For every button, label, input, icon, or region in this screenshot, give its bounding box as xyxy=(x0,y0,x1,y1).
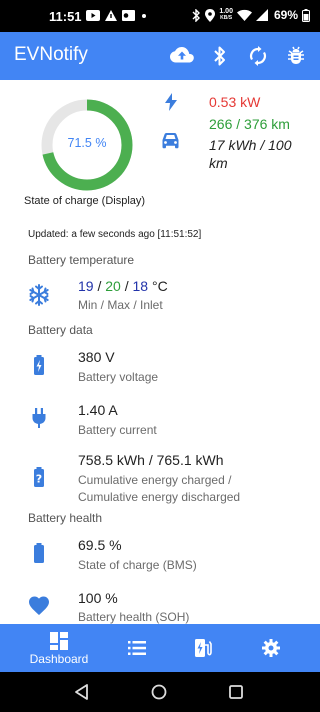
bluetooth-icon xyxy=(214,46,225,66)
temp-separator: / xyxy=(124,278,129,294)
battery-health-heading: Battery health xyxy=(28,511,103,525)
dot-icon xyxy=(142,13,146,18)
temp-separator: / xyxy=(97,278,102,294)
nav-settings[interactable] xyxy=(249,624,293,672)
bluetooth-button[interactable] xyxy=(208,44,232,68)
consumption-value: 17 kWh / 100 km xyxy=(209,137,292,171)
nav-dashboard-label: Dashboard xyxy=(29,652,89,666)
temp-max: 20 xyxy=(105,278,121,294)
location-icon xyxy=(205,8,216,22)
temp-unit: °C xyxy=(151,278,168,294)
youtube-icon xyxy=(86,10,100,21)
nav-list[interactable] xyxy=(115,624,159,672)
sync-button[interactable] xyxy=(246,44,270,68)
notification-icons xyxy=(86,10,148,21)
cumulative-energy-value: 758.5 kWh / 765.1 kWh xyxy=(78,452,224,468)
battery-full-icon xyxy=(34,543,44,563)
battery-voltage-label: Battery voltage xyxy=(78,370,159,384)
lightning-icon xyxy=(165,93,177,111)
battery-data-heading: Battery data xyxy=(28,323,93,337)
dashboard-icon xyxy=(50,632,68,650)
soh-value: 100 % xyxy=(78,590,118,606)
battery-charging-icon xyxy=(34,355,44,375)
svg-text:?: ? xyxy=(36,473,42,486)
app-bar-actions xyxy=(170,44,308,68)
app-title: EVNotify xyxy=(14,44,88,65)
battery-current-label: Battery current xyxy=(78,423,157,437)
outlook-icon xyxy=(122,10,135,21)
range-value: 266 / 376 km xyxy=(209,116,290,132)
system-status-icons: 1.00 KB/S 69% xyxy=(192,8,310,22)
status-time: 11:51 xyxy=(49,9,82,24)
recents-button[interactable] xyxy=(226,682,246,702)
charging-station-icon xyxy=(195,639,212,657)
cloud-upload-icon xyxy=(170,47,194,63)
debug-button[interactable] xyxy=(284,44,308,68)
soh-label: Battery health (SOH) xyxy=(78,610,190,624)
system-navigation-bar xyxy=(0,672,320,712)
bluetooth-status-icon xyxy=(192,8,201,22)
network-speed: 1.00 KB/S xyxy=(219,8,233,21)
settings-icon xyxy=(262,639,280,657)
snowflake-icon xyxy=(29,284,49,306)
battery-temperature-heading: Battery temperature xyxy=(28,253,135,267)
bottom-navigation: Dashboard xyxy=(0,624,320,672)
battery-percent: 69% xyxy=(273,8,298,22)
battery-current-value: 1.40 A xyxy=(78,402,118,418)
nav-charging[interactable] xyxy=(181,624,225,672)
soc-value: 71.5 % xyxy=(67,136,107,150)
temperature-values: 19 / 20 / 18 °C xyxy=(78,278,168,294)
battery-status-icon xyxy=(302,8,310,22)
temp-inlet: 18 xyxy=(132,278,149,294)
updated-timestamp: Updated: a few seconds ago [11:51:52] xyxy=(28,229,202,240)
car-icon xyxy=(162,133,179,149)
soc-bms-value: 69.5 % xyxy=(78,537,122,553)
soc-caption: State of charge (Display) xyxy=(24,195,146,207)
bug-icon xyxy=(288,46,304,64)
temp-min: 19 xyxy=(78,278,94,294)
status-bar: 11:51 1.00 KB/S 69% xyxy=(0,0,320,32)
nav-dashboard[interactable]: Dashboard xyxy=(18,624,100,672)
power-value: 0.53 kW xyxy=(209,94,261,110)
back-button[interactable] xyxy=(72,682,92,702)
battery-voltage-value: 380 V xyxy=(78,349,115,365)
cloud-upload-button[interactable] xyxy=(170,44,194,68)
screen: 11:51 1.00 KB/S 69% EVNotify 71.5 % Stat… xyxy=(0,0,320,712)
heart-icon xyxy=(29,596,49,615)
wifi-icon xyxy=(236,9,252,21)
cumulative-energy-label-2: Cumulative energy discharged xyxy=(78,490,241,504)
warning-icon xyxy=(105,10,117,21)
battery-unknown-icon: ? xyxy=(34,467,44,487)
sync-icon xyxy=(249,46,267,66)
plug-icon xyxy=(32,408,46,428)
app-bar: EVNotify xyxy=(0,32,320,80)
temperature-label: Min / Max / Inlet xyxy=(78,298,163,312)
cumulative-energy-label-1: Cumulative energy charged / xyxy=(78,473,232,487)
home-button[interactable] xyxy=(149,682,169,702)
list-icon xyxy=(128,641,146,655)
soc-bms-label: State of charge (BMS) xyxy=(78,558,197,572)
signal-icon xyxy=(255,9,268,21)
